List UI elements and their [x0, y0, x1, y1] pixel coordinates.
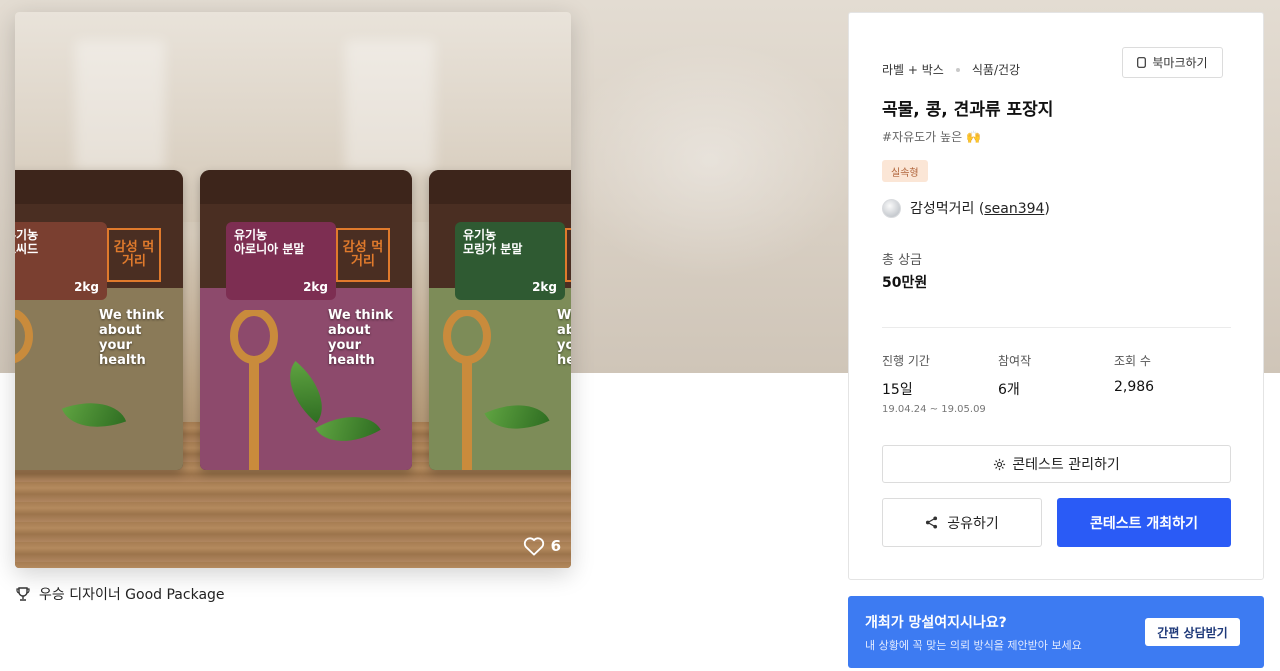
- divider: [882, 327, 1231, 328]
- like-button[interactable]: 6: [523, 536, 561, 556]
- host-name: 감성먹거리: [910, 201, 975, 217]
- contest-host[interactable]: 감성먹거리 (sean394): [882, 198, 1050, 218]
- stat-label: 진행 기간: [882, 354, 930, 368]
- consultation-subtext: 내 상황에 꼭 맞는 의뢰 방식을 제안받아 보세요: [865, 639, 1082, 652]
- contest-tagline: #자유도가 높은 🙌: [882, 128, 981, 145]
- stat-value: 6개: [998, 382, 1020, 398]
- bag-label-weight: 2kg: [74, 280, 99, 294]
- quick-consult-button[interactable]: 간편 상담받기: [1145, 618, 1240, 646]
- stat-value: 2,986: [1114, 379, 1155, 395]
- bag-label-title: 유기농: [15, 228, 39, 242]
- trophy-icon: [16, 587, 30, 601]
- manage-contest-button[interactable]: 콘테스트 관리하기: [882, 445, 1231, 483]
- breadcrumb: 라벨 + 박스 식품/건강: [882, 61, 1020, 78]
- stat-duration: 진행 기간 15일 19.04.24 ~ 19.05.09: [882, 352, 986, 415]
- breadcrumb-subcategory[interactable]: 식품/건강: [972, 61, 1020, 78]
- bookmark-icon: [1137, 57, 1147, 68]
- host-contest-button[interactable]: 콘테스트 개최하기: [1057, 498, 1231, 547]
- consultation-question: 개최가 망설여지시나요?: [865, 615, 1007, 631]
- stat-value: 15일: [882, 382, 913, 398]
- bag-brand-logo: 감성 먹거리: [336, 228, 390, 282]
- contest-hero-image[interactable]: 유기농 프씨드 2kg 감성 먹거리 We think about your h…: [15, 12, 571, 568]
- bag-top-band: [15, 170, 183, 204]
- product-bag-aronia: 유기농 아로니아 분말 2kg 감성 먹거리 We think about yo…: [200, 170, 412, 470]
- bookmark-label: 북마크하기: [1152, 56, 1208, 70]
- consultation-banner: 개최가 망설여지시나요? 내 상황에 꼭 맞는 의뢰 방식을 제안받아 보세요 …: [848, 596, 1264, 668]
- bag-brand-logo: 감성 먹거리: [565, 228, 571, 282]
- avatar: [882, 198, 901, 218]
- bag-label: 유기농 프씨드 2kg: [15, 222, 107, 300]
- host-handle-link[interactable]: sean394: [984, 201, 1044, 217]
- bag-label-subtitle: 모링가 분말: [463, 242, 523, 256]
- bag-label-weight: 2kg: [532, 280, 557, 294]
- bag-brand-logo: 감성 먹거리: [107, 228, 161, 282]
- total-prize-value: 50만원: [882, 275, 928, 291]
- stat-views: 조회 수 2,986: [1114, 352, 1154, 395]
- wooden-spoon-icon: [15, 310, 33, 364]
- bag-slogan: We think about your health: [328, 308, 394, 368]
- share-label: 공유하기: [947, 515, 999, 532]
- bag-label-subtitle: 프씨드: [15, 242, 39, 256]
- bag-label-subtitle: 아로니아 분말: [234, 242, 305, 256]
- contest-info-panel: 라벨 + 박스 식품/건강 북마크하기 곡물, 콩, 견과류 포장지 #자유도가…: [848, 12, 1264, 580]
- product-bag-hemp: 유기농 프씨드 2kg 감성 먹거리 We think about your h…: [15, 170, 183, 470]
- heart-icon: [523, 537, 544, 556]
- tagline-text: #자유도가 높은: [882, 130, 963, 144]
- bag-label: 유기농 아로니아 분말 2kg: [226, 222, 336, 300]
- share-button[interactable]: 공유하기: [882, 498, 1042, 547]
- hero-blurred-window: [75, 40, 165, 170]
- share-icon: [926, 516, 938, 529]
- hero-blurred-window: [345, 40, 435, 170]
- gear-icon: [994, 458, 1006, 470]
- breadcrumb-category[interactable]: 라벨 + 박스: [882, 61, 944, 78]
- bag-slogan: We think about your health: [557, 308, 571, 368]
- host-handle-close: ): [1044, 201, 1050, 217]
- stat-date-range: 19.04.24 ~ 19.05.09: [882, 404, 986, 415]
- winner-designer-text: 우승 디자이너 Good Package: [39, 587, 225, 603]
- contest-title: 곡물, 콩, 견과류 포장지: [882, 100, 1054, 120]
- bag-top-band: [429, 170, 571, 204]
- stat-label: 조회 수: [1114, 354, 1151, 368]
- bag-label-title: 유기농: [463, 228, 497, 242]
- bag-slogan: We think about your health: [99, 308, 165, 368]
- stat-label: 참여작: [998, 354, 1032, 368]
- raised-hands-icon: 🙌: [966, 129, 982, 144]
- contest-type-badge: 실속형: [882, 160, 928, 182]
- stat-entries: 참여작 6개: [998, 352, 1031, 399]
- wooden-spoon-icon: [230, 310, 278, 470]
- bag-label-weight: 2kg: [303, 280, 328, 294]
- total-prize-label: 총 상금: [882, 253, 923, 268]
- bag-label-title: 유기농: [234, 228, 268, 242]
- manage-contest-label: 콘테스트 관리하기: [1012, 457, 1120, 473]
- winner-designer: 우승 디자이너 Good Package: [15, 584, 225, 604]
- product-bag-moringa: 유기농 모링가 분말 2kg 감성 먹거리 We think about you…: [429, 170, 571, 470]
- bookmark-button[interactable]: 북마크하기: [1122, 47, 1223, 78]
- wooden-spoon-icon: [443, 310, 491, 470]
- like-count: 6: [550, 537, 561, 555]
- breadcrumb-separator: [955, 67, 960, 72]
- bag-top-band: [200, 170, 412, 204]
- bag-label: 유기농 모링가 분말 2kg: [455, 222, 565, 300]
